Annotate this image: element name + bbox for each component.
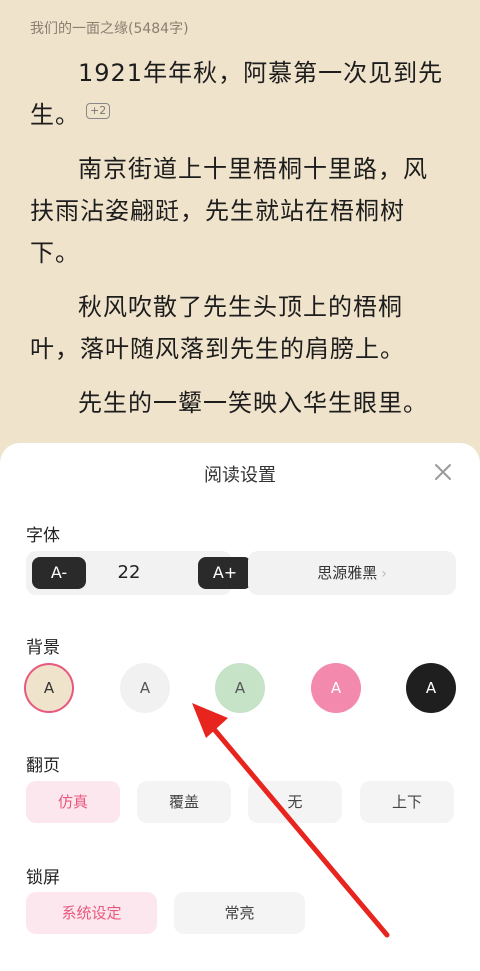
paragraph: 1921年年秋，阿慕第一次见到先生。 +2 (30, 52, 450, 136)
reader-content: 我们的一面之缘(5484字) 1921年年秋，阿慕第一次见到先生。 +2 南京街道… (0, 0, 480, 460)
lock-screen-section-label: 锁屏 (26, 868, 60, 888)
background-swatch[interactable]: A (311, 663, 361, 713)
font-row: 22 A- A+ 思源雅黑 › (26, 551, 456, 595)
page-turn-option[interactable]: 仿真 (26, 781, 120, 823)
font-family-picker[interactable]: 思源雅黑 › (248, 551, 456, 595)
page-turn-options: 仿真 覆盖无上下 (26, 781, 456, 823)
font-family-name: 思源雅黑 (317, 564, 378, 582)
chevron-right-icon: › (381, 566, 387, 582)
background-section-label: 背景 (26, 638, 60, 658)
page-turn-option[interactable]: 上下 (360, 781, 454, 823)
lock-screen-option[interactable]: 系统设定 (26, 892, 157, 934)
paragraph: 南京街道上十里梧桐十里路，风扶雨沾姿翩跹，先生就站在梧桐树下。 (30, 155, 428, 267)
paragraph: 先生的一颦一笑映入华生眼里。 (78, 389, 428, 417)
page-turn-section-label: 翻页 (26, 756, 60, 776)
page-turn-option[interactable]: 覆盖 (137, 781, 231, 823)
sheet-title: 阅读设置 (204, 465, 276, 486)
lock-screen-option[interactable]: 常亮 (174, 892, 305, 934)
font-size-group: 22 A- A+ (26, 551, 252, 595)
background-swatch[interactable]: A (120, 663, 170, 713)
comment-badge[interactable]: +2 (86, 103, 111, 119)
font-decrease-button[interactable]: A- (32, 557, 86, 589)
paragraph: 秋风吹散了先生头顶上的梧桐叶，落叶随风落到先生的肩膀上。 (30, 293, 405, 363)
background-swatch-row: AAAAA (24, 663, 456, 713)
lock-screen-options: 系统设定 常亮 (26, 892, 306, 934)
close-button[interactable] (432, 461, 454, 483)
background-swatch[interactable]: A (406, 663, 456, 713)
font-section-label: 字体 (26, 526, 60, 546)
reading-settings-sheet: 阅读设置 字体 22 A- A+ 思源雅黑 › 背景 AAAAA 翻页 仿真 覆盖无… (0, 443, 480, 971)
page-turn-option[interactable]: 无 (248, 781, 342, 823)
close-icon (435, 464, 451, 480)
chapter-title: 我们的一面之缘(5484字) (30, 21, 189, 37)
background-swatch[interactable]: A (24, 663, 74, 713)
background-swatch[interactable]: A (215, 663, 265, 713)
font-increase-button[interactable]: A+ (198, 557, 252, 589)
